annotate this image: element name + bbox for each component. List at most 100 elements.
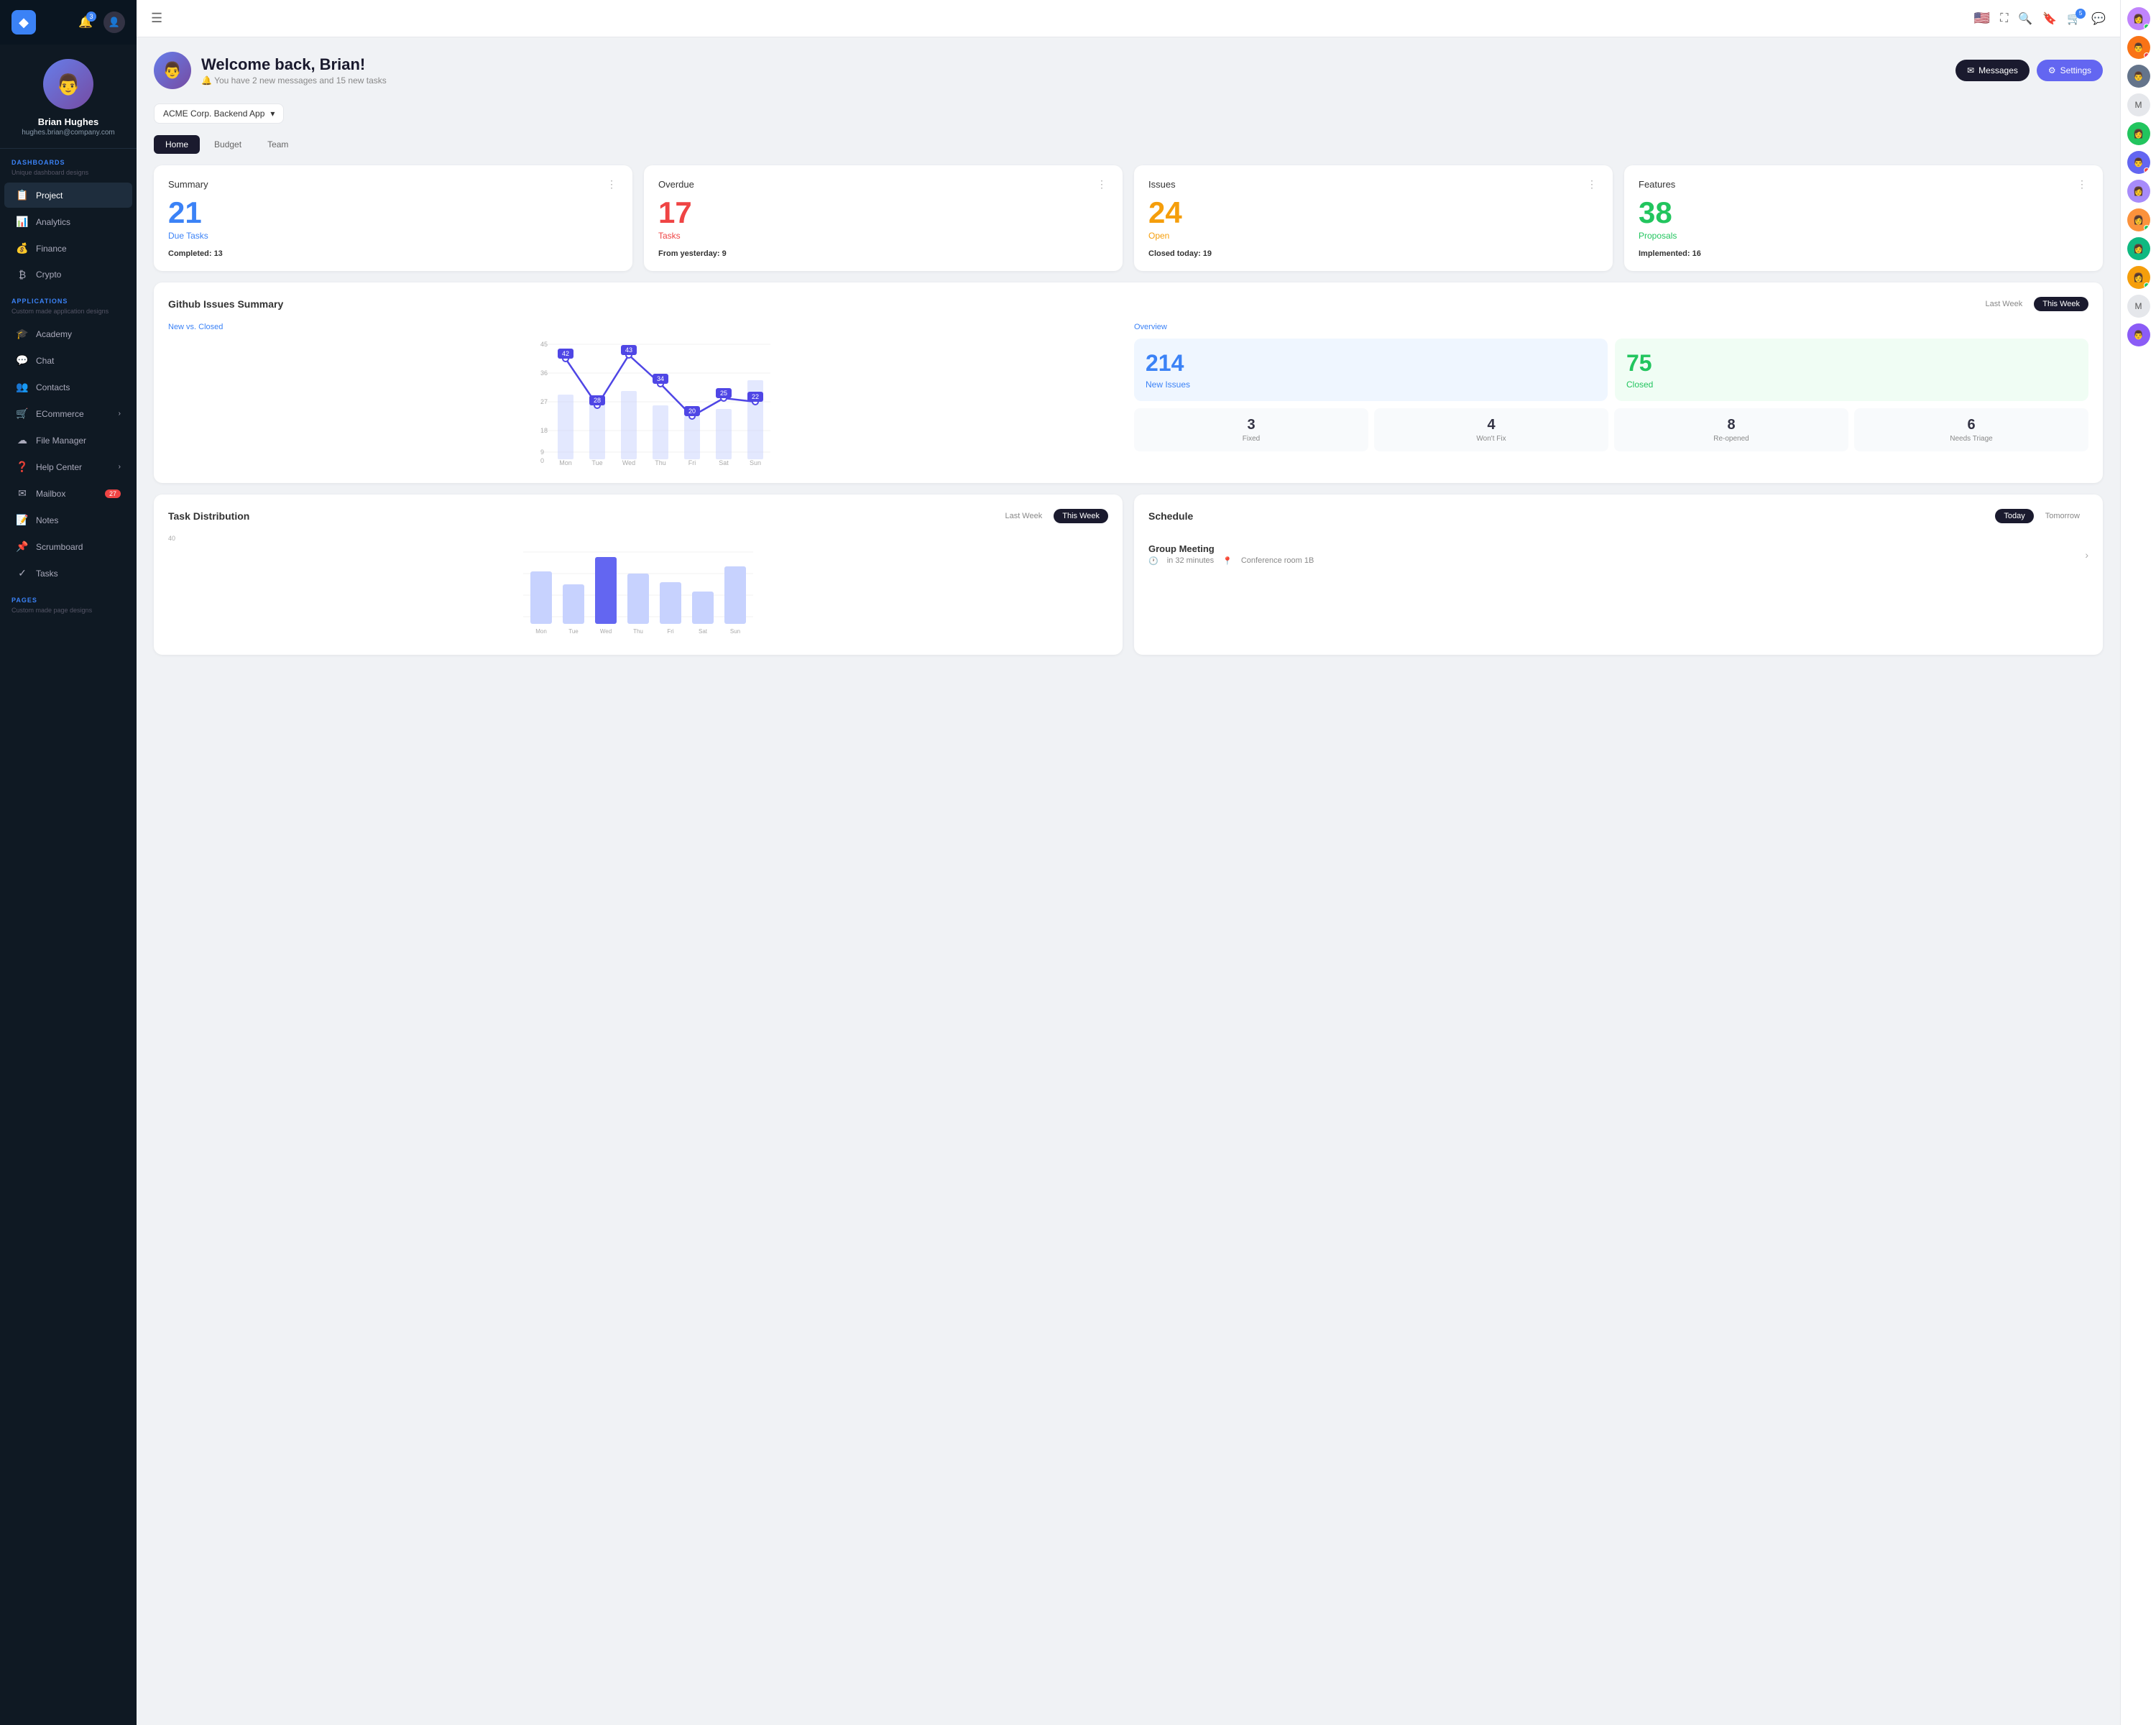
cart-icon[interactable]: 🛒 5 <box>2067 12 2081 26</box>
chevron-right-icon[interactable]: › <box>2085 549 2088 561</box>
topbar: ☰ 🇺🇸 ⛶ 🔍 🔖 🛒 5 💬 <box>137 0 2120 37</box>
sidebar-item-contacts[interactable]: 👥 Contacts <box>4 374 132 400</box>
sidebar-item-label: Crypto <box>36 270 61 280</box>
sidebar-item-filemanager[interactable]: ☁ File Manager <box>4 428 132 453</box>
task-last-week-btn[interactable]: Last Week <box>996 509 1051 523</box>
task-dist-title: Task Distribution <box>168 510 249 522</box>
location-icon: 📍 <box>1222 556 1233 566</box>
sidebar-item-ecommerce[interactable]: 🛒 ECommerce › <box>4 401 132 426</box>
sidebar-item-label: Notes <box>36 515 58 525</box>
logo-icon[interactable]: ◆ <box>11 10 36 34</box>
new-issues-number: 214 <box>1146 350 1596 377</box>
app-selector[interactable]: ACME Corp. Backend App ▾ <box>154 104 284 124</box>
sidebar-item-crypto[interactable]: ₿ Crypto <box>4 262 132 287</box>
gear-icon: ⚙ <box>2048 65 2056 75</box>
sidebar-item-label: Academy <box>36 329 72 339</box>
page-title: Welcome back, Brian! <box>201 55 387 74</box>
sidebar-logo: ◆ 🔔 3 👤 <box>0 0 137 45</box>
envelope-icon: ✉ <box>1967 65 1974 75</box>
right-avatar-6[interactable]: 👨 <box>2127 151 2150 174</box>
stat-number-issues: 24 <box>1148 198 1598 228</box>
tomorrow-btn[interactable]: Tomorrow <box>2037 509 2088 523</box>
svg-text:Mon: Mon <box>559 459 572 466</box>
flag-icon[interactable]: 🇺🇸 <box>1974 11 1990 26</box>
avatar-icon: 👩 <box>2133 14 2144 24</box>
closed-issues-card: 75 Closed <box>1615 339 2088 401</box>
search-icon[interactable]: 🔍 <box>2018 12 2032 26</box>
stat-menu-features[interactable]: ⋮ <box>2077 178 2088 190</box>
stat-card-overdue: Overdue ⋮ 17 Tasks From yesterday: 9 <box>644 165 1123 271</box>
sidebar-item-helpcenter[interactable]: ❓ Help Center › <box>4 454 132 479</box>
tab-budget[interactable]: Budget <box>203 135 253 154</box>
sidebar-item-mailbox[interactable]: ✉ Mailbox 27 <box>4 481 132 506</box>
right-avatar-10[interactable]: 👩 <box>2127 266 2150 289</box>
stat-menu-overdue[interactable]: ⋮ <box>1097 178 1108 190</box>
sidebar-item-label: Finance <box>36 244 67 254</box>
task-this-week-btn[interactable]: This Week <box>1054 509 1108 523</box>
sidebar-item-academy[interactable]: 🎓 Academy <box>4 321 132 346</box>
right-avatar-12[interactable]: 👨 <box>2127 323 2150 346</box>
svg-text:25: 25 <box>720 390 727 397</box>
right-avatar-5[interactable]: 👩 <box>2127 122 2150 145</box>
right-avatar-2[interactable]: 👨 <box>2127 36 2150 59</box>
right-avatar-4[interactable]: M <box>2127 93 2150 116</box>
avatar-icon: 👨 <box>2133 42 2144 52</box>
svg-text:Tue: Tue <box>568 628 579 635</box>
chat-topbar-icon[interactable]: 💬 <box>2091 12 2106 26</box>
github-line-chart: 45 36 27 18 9 0 <box>188 337 1123 466</box>
right-avatar-7[interactable]: 👩 <box>2127 180 2150 203</box>
right-avatar-8[interactable]: 👩 <box>2127 208 2150 231</box>
sidebar-item-scrumboard[interactable]: 📌 Scrumboard <box>4 534 132 559</box>
github-issues-card: Github Issues Summary Last Week This Wee… <box>154 282 2103 483</box>
stat-title-summary: Summary <box>168 179 208 190</box>
sidebar-item-label: Tasks <box>36 569 58 579</box>
stat-label-overdue: Tasks <box>658 231 1108 241</box>
tab-team[interactable]: Team <box>256 135 300 154</box>
sidebar: ◆ 🔔 3 👤 👨 Brian Hughes hughes.brian@comp… <box>0 0 137 1725</box>
right-avatar-1[interactable]: 👩 <box>2127 7 2150 30</box>
sidebar-item-project[interactable]: 📋 Project <box>4 183 132 208</box>
right-avatar-11[interactable]: M <box>2127 295 2150 318</box>
stat-sub-summary: Completed: 13 <box>168 249 618 258</box>
help-icon: ❓ <box>16 461 29 473</box>
right-avatar-3[interactable]: 👨 <box>2127 65 2150 88</box>
sidebar-item-analytics[interactable]: 📊 Analytics <box>4 209 132 234</box>
stat-card-features: Features ⋮ 38 Proposals Implemented: 16 <box>1624 165 2103 271</box>
applications-sub: Custom made application designs <box>0 308 137 321</box>
fixed-stat: 3 Fixed <box>1134 408 1368 451</box>
github-last-week-btn[interactable]: Last Week <box>1976 297 2031 311</box>
right-avatar-9[interactable]: 👩 <box>2127 237 2150 260</box>
user-icon[interactable]: 👤 <box>103 12 125 33</box>
fullscreen-icon[interactable]: ⛶ <box>2000 12 2008 25</box>
svg-text:Wed: Wed <box>622 459 635 466</box>
notifications-button[interactable]: 🔔 3 <box>75 12 96 33</box>
bookmark-icon[interactable]: 🔖 <box>2042 12 2057 26</box>
mailbox-badge: 27 <box>105 489 121 498</box>
wontfix-label: Won't Fix <box>1380 435 1603 443</box>
task-chart-top-label: 40 <box>168 535 1108 542</box>
github-chart-left: New vs. Closed 45 36 27 <box>168 323 1123 469</box>
schedule-card: Schedule Today Tomorrow Group Meeting 🕐 … <box>1134 494 2103 655</box>
stat-menu-issues[interactable]: ⋮ <box>1587 178 1598 190</box>
messages-button[interactable]: ✉ Messages <box>1955 60 2030 81</box>
sidebar-item-tasks[interactable]: ✓ Tasks <box>4 561 132 586</box>
wontfix-num: 4 <box>1380 417 1603 433</box>
app-selector-label: ACME Corp. Backend App <box>163 109 264 119</box>
today-btn[interactable]: Today <box>1995 509 2033 523</box>
triage-stat: 6 Needs Triage <box>1854 408 2088 451</box>
task-distribution-card: Task Distribution Last Week This Week 40 <box>154 494 1123 655</box>
sidebar-item-notes[interactable]: 📝 Notes <box>4 507 132 533</box>
analytics-icon: 📊 <box>16 216 29 228</box>
sidebar-item-chat[interactable]: 💬 Chat <box>4 348 132 373</box>
settings-button[interactable]: ⚙ Settings <box>2037 60 2103 81</box>
menu-icon[interactable]: ☰ <box>151 11 162 26</box>
stat-menu-summary[interactable]: ⋮ <box>607 178 618 190</box>
sidebar-item-label: Help Center <box>36 462 82 472</box>
stat-card-summary: Summary ⋮ 21 Due Tasks Completed: 13 <box>154 165 632 271</box>
github-this-week-btn[interactable]: This Week <box>2034 297 2088 311</box>
sidebar-item-finance[interactable]: 💰 Finance <box>4 236 132 261</box>
svg-text:Sat: Sat <box>719 459 729 466</box>
content-area: 👨 Welcome back, Brian! 🔔 You have 2 new … <box>137 37 2120 1725</box>
schedule-item: Group Meeting 🕐 in 32 minutes 📍 Conferen… <box>1148 535 2088 574</box>
tab-home[interactable]: Home <box>154 135 200 154</box>
